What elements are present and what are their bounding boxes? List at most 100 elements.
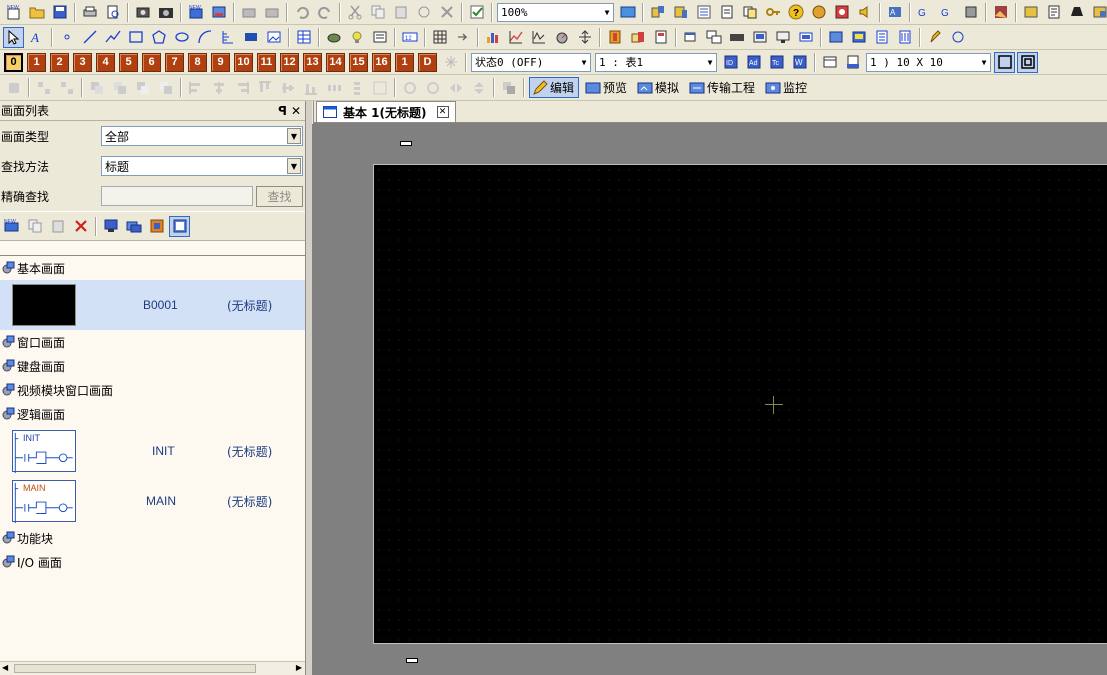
rectangle-tool-icon[interactable] [125,27,146,48]
screen-number-button[interactable]: 3 [73,52,92,72]
slider-icon[interactable] [574,27,595,48]
screen-number-button[interactable]: 16 [372,52,391,72]
global-icon[interactable]: G [914,2,935,23]
undo-icon[interactable] [291,2,312,23]
screen-batch-icon[interactable] [146,216,167,237]
device-id-icon[interactable]: ID [720,52,741,73]
close-all-icon[interactable] [261,2,282,23]
sound-icon[interactable] [854,2,875,23]
align-bottom-icon[interactable] [300,77,321,98]
parts-icon[interactable] [831,2,852,23]
print-preview-icon[interactable] [102,2,123,23]
alarm-icon[interactable] [604,27,625,48]
frame-double-icon[interactable] [1017,51,1038,73]
message-part-icon[interactable] [369,27,390,48]
video-icon[interactable] [749,27,770,48]
table-tool-icon[interactable] [293,27,314,48]
repaste-icon[interactable] [413,2,434,23]
category-video[interactable]: 视频模块窗口画面 [0,378,305,402]
sparkle-icon[interactable] [440,52,461,73]
align-left-icon[interactable] [185,77,206,98]
screen-size-icon[interactable] [617,2,638,23]
function-part-icon[interactable] [627,27,648,48]
order-forward-icon[interactable] [132,77,153,98]
camera-icon[interactable] [155,2,176,23]
screen-thumbnail-icon[interactable] [169,215,190,237]
panel-tool-icon[interactable] [240,27,261,48]
logic-item-init[interactable]: INIT INIT (无标题) [0,426,305,476]
screen-type-select[interactable]: 全部 ▼ [101,126,303,146]
pen-icon[interactable] [924,27,945,48]
recipe-icon[interactable] [650,27,671,48]
screen-number-button[interactable]: 1 [27,52,46,72]
meter-icon[interactable] [551,27,572,48]
flip-v-icon[interactable] [468,77,489,98]
flip-h-icon[interactable] [445,77,466,98]
screen-number-button[interactable]: 15 [349,52,368,72]
screen-number-button[interactable]: 1 [395,52,414,72]
mode-edit-button[interactable]: 编辑 [529,77,580,98]
notes-icon[interactable] [1043,2,1064,23]
delete-icon[interactable] [70,216,91,237]
horizontal-scrollbar[interactable]: ◀ ▶ [0,661,305,675]
transfer-icon[interactable] [1020,2,1041,23]
exact-search-input[interactable] [101,186,253,206]
scroll-right-icon[interactable]: ▶ [296,663,302,672]
screen-number-button[interactable]: 8 [188,52,207,72]
arc-tool-icon[interactable] [194,27,215,48]
display-box-icon[interactable] [795,27,816,48]
device-ad-icon[interactable]: Ad [743,52,764,73]
redo-icon[interactable] [314,2,335,23]
screen-number-button[interactable]: 6 [142,52,161,72]
delete-icon[interactable] [436,2,457,23]
window-display-icon[interactable] [680,27,701,48]
screen-number-button[interactable]: 11 [257,52,276,72]
text-tool-icon[interactable]: A [26,27,47,48]
search-method-select[interactable]: 标题 ▼ [101,156,303,176]
distribute-h-icon[interactable] [323,77,344,98]
align-middle-icon[interactable] [277,77,298,98]
screen-open-icon[interactable] [123,216,144,237]
screen-property-icon[interactable] [100,216,121,237]
copy-screens-icon[interactable] [739,2,760,23]
data-list-icon[interactable] [894,27,915,48]
align-right-icon[interactable] [231,77,252,98]
ellipse-tool-icon[interactable] [171,27,192,48]
align-center-icon[interactable] [208,77,229,98]
tag-list-icon[interactable] [693,2,714,23]
communication-icon[interactable] [1089,2,1107,23]
category-keyboard[interactable]: 键盘画面 [0,354,305,378]
list-view-icon[interactable] [871,27,892,48]
screen-canvas[interactable] [373,164,1107,644]
mode-preview-button[interactable]: 预览 [583,77,631,98]
screen-number-button[interactable]: 7 [165,52,184,72]
open-screen-icon[interactable] [208,2,229,23]
device-list-icon[interactable] [647,2,668,23]
tab-basic-1[interactable]: 基本 1(无标题) ✕ [316,101,456,122]
check-icon[interactable] [466,2,487,23]
state-combo[interactable]: 状态0 (OFF) ▼ [471,52,591,72]
screen-number-button[interactable]: 0 [4,52,23,72]
scale-tool-icon[interactable] [217,27,238,48]
category-window[interactable]: 窗口画面 [0,330,305,354]
screen-number-button[interactable]: 2 [50,52,69,72]
polygon-tool-icon[interactable] [148,27,169,48]
page-setup-icon[interactable] [819,52,840,73]
monitor-icon[interactable] [772,27,793,48]
new-project-icon[interactable]: NEW [3,2,24,23]
screen-number-button[interactable]: 14 [326,52,345,72]
pin-icon[interactable]: ꟼ [278,104,287,118]
screen-number-button[interactable]: 10 [234,52,253,72]
rotate-icon[interactable] [399,77,420,98]
rotate-left-icon[interactable] [422,77,443,98]
logic-item-main[interactable]: MAIN MAIN (无标题) [0,476,305,526]
category-function-block[interactable]: 功能块 [0,526,305,550]
numeric-display-icon[interactable]: 12 [399,27,420,48]
picture-tool-icon[interactable] [263,27,284,48]
puzzle-icon[interactable] [960,2,981,23]
distribute-v-icon[interactable] [346,77,367,98]
screen-switch-icon[interactable] [825,27,846,48]
polyline-tool-icon[interactable] [102,27,123,48]
property-icon[interactable] [498,77,519,98]
category-logic[interactable]: 逻辑画面 [0,402,305,426]
